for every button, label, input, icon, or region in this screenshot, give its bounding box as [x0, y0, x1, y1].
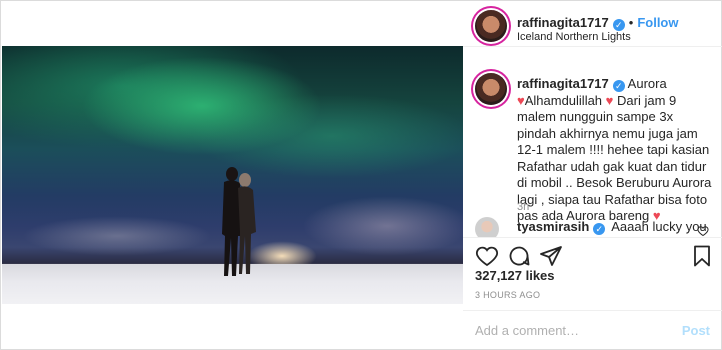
author-avatar[interactable]	[475, 10, 507, 42]
comment-input[interactable]: Add a comment…	[475, 323, 579, 338]
follow-button[interactable]: Follow	[637, 15, 678, 30]
photo-couple-silhouette	[222, 167, 256, 276]
add-comment-bar: Add a comment… Post	[463, 310, 722, 350]
instagram-post-card: raffinagita1717 ✓ • Follow Iceland Northern…	[0, 0, 722, 350]
commenter-username[interactable]: tyasmirasih	[517, 219, 589, 234]
verified-badge-icon: ✓	[593, 223, 606, 235]
heart-emoji-icon: ♥	[517, 92, 525, 108]
likes-count[interactable]: 327,127 likes	[475, 268, 555, 283]
post-comment-button[interactable]: Post	[682, 323, 710, 338]
comment-icon[interactable]	[507, 244, 531, 268]
author-line: raffinagita1717 ✓ • Follow	[517, 15, 679, 31]
post-timestamp[interactable]: 3 HOURS AGO	[475, 290, 540, 300]
separator-dot: •	[628, 15, 634, 30]
verified-badge-icon: ✓	[612, 80, 625, 92]
comments-section: raffinagita1717 ✓ Aurora ♥Alhamdulillah ♥…	[463, 47, 722, 237]
post-photo[interactable]	[2, 46, 463, 304]
caption-word: Alhamdulillah	[524, 92, 603, 108]
post-header: raffinagita1717 ✓ • Follow Iceland Northern…	[463, 1, 722, 47]
caption-username[interactable]: raffinagita1717	[517, 76, 609, 91]
bookmark-icon[interactable]	[690, 244, 714, 268]
location-link[interactable]: Iceland Northern Lights	[517, 31, 631, 43]
caption-lead: Aurora	[627, 76, 667, 91]
comment-text: Aaaah lucky you	[611, 219, 707, 234]
caption-author-avatar[interactable]	[475, 73, 507, 105]
verified-badge-icon: ✓	[612, 19, 625, 31]
caption-time-ago[interactable]: 3h	[517, 201, 529, 213]
action-bar	[463, 237, 722, 271]
heart-icon[interactable]	[475, 244, 499, 268]
heart-emoji-icon: ♥	[605, 92, 614, 108]
comment-like-heart-icon[interactable]	[697, 225, 709, 237]
caption-text: Dari jam 9 malem nungguin sampe 3x pinda…	[517, 92, 712, 224]
commenter-avatar[interactable]	[475, 217, 499, 237]
post-caption: raffinagita1717 ✓ Aurora ♥Alhamdulillah ♥…	[517, 76, 713, 225]
author-username[interactable]: raffinagita1717	[517, 15, 609, 30]
share-icon[interactable]	[539, 244, 563, 268]
comment-item: tyasmirasih ✓ Aaaah lucky you	[517, 219, 707, 235]
